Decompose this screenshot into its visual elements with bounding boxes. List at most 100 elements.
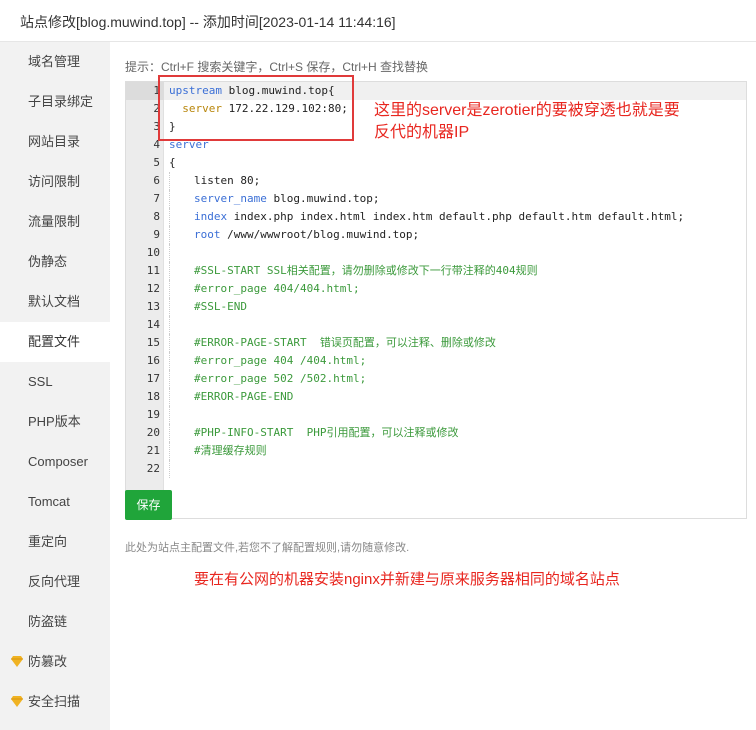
- sidebar-item-label: 重定向: [28, 534, 68, 549]
- sidebar-item[interactable]: 配置文件: [0, 322, 110, 362]
- indent-guide: [169, 334, 194, 352]
- diamond-icon: [11, 656, 23, 667]
- sidebar-item[interactable]: Composer: [0, 442, 110, 482]
- code-token: #SSL-END: [194, 300, 247, 313]
- sidebar-item[interactable]: 网站目录: [0, 122, 110, 162]
- sidebar-item[interactable]: 防盗链: [0, 602, 110, 642]
- code-token: server_name: [194, 192, 267, 205]
- code-token: index.php index.html index.htm default.p…: [227, 210, 685, 223]
- editor-hint: 提示：Ctrl+F 搜索关键字，Ctrl+S 保存，Ctrl+H 查找替换: [125, 60, 429, 74]
- sidebar-item[interactable]: 流量限制: [0, 202, 110, 242]
- code-text: [169, 244, 194, 262]
- sidebar-item[interactable]: 默认文档: [0, 282, 110, 322]
- sidebar-item[interactable]: SSL: [0, 362, 110, 402]
- line-number: 14: [146, 318, 160, 331]
- sidebar-item-label: 访问限制: [28, 174, 81, 189]
- code-line: 5{: [126, 154, 746, 172]
- code-token: #ERROR-PAGE-START 错误页配置，可以注释、删除或修改: [194, 336, 496, 349]
- code-line: 10: [126, 244, 746, 262]
- sidebar-item[interactable]: 安全扫描: [0, 682, 110, 722]
- code-line: 7 server_name blog.muwind.top;: [126, 190, 746, 208]
- line-number: 16: [146, 354, 160, 367]
- sidebar-item[interactable]: 域名管理: [0, 42, 110, 82]
- sidebar-item[interactable]: 伪静态: [0, 242, 110, 282]
- code-token: #error_page 404 /404.html;: [194, 354, 367, 367]
- code-line: 20 #PHP-INFO-START PHP引用配置，可以注释或修改: [126, 424, 746, 442]
- line-number: 6: [153, 174, 160, 187]
- sidebar-item-label: PHP版本: [28, 414, 81, 429]
- line-number: 9: [153, 228, 160, 241]
- config-file-panel: 提示：Ctrl+F 搜索关键字，Ctrl+S 保存，Ctrl+H 查找替换 1u…: [110, 42, 756, 730]
- indent-guide: [169, 424, 194, 442]
- code-token: #ERROR-PAGE-END: [194, 390, 294, 403]
- sidebar-item[interactable]: 子目录绑定: [0, 82, 110, 122]
- indent-guide: [169, 190, 194, 208]
- sidebar-item-label: 流量限制: [28, 214, 81, 229]
- sidebar-item-label: Composer: [28, 454, 88, 469]
- code-line: 8 index index.php index.html index.htm de…: [126, 208, 746, 226]
- code-line: 22: [126, 460, 746, 478]
- code-text: #ERROR-PAGE-END: [169, 388, 293, 406]
- sidebar-item[interactable]: 重定向: [0, 522, 110, 562]
- annotation-line-2: 反代的机器IP: [374, 124, 470, 141]
- code-line: 15 #ERROR-PAGE-START 错误页配置，可以注释、删除或修改: [126, 334, 746, 352]
- indent-guide: [169, 316, 194, 334]
- sidebar-item-label: 网站目录: [28, 134, 81, 149]
- annotation-line-1: 这里的server是zerotier的要被穿透也就是要: [374, 102, 680, 119]
- line-number: 11: [146, 264, 160, 277]
- code-token: listen 80;: [194, 174, 261, 187]
- code-line: 21 #清理缓存规则: [126, 442, 746, 460]
- sidebar-item-label: 防盗链: [28, 614, 68, 629]
- code-text: #ERROR-PAGE-START 错误页配置，可以注释、删除或修改: [169, 334, 496, 352]
- line-number: 7: [153, 192, 160, 205]
- code-token: #清理缓存规则: [194, 444, 267, 457]
- code-text: listen 80;: [169, 172, 260, 190]
- code-token: #SSL-START SSL相关配置，请勿删除或修改下一行带注释的404规则: [194, 264, 538, 277]
- code-text: root /www/wwwroot/blog.muwind.top;: [169, 226, 419, 244]
- sidebar-item-label: 反向代理: [28, 574, 81, 589]
- sidebar-item-label: 防篡改: [28, 654, 68, 669]
- indent-guide: [169, 262, 194, 280]
- line-number: 10: [146, 246, 160, 259]
- indent-guide: [169, 388, 194, 406]
- code-text: index index.php index.html index.htm def…: [169, 208, 684, 226]
- code-line: 12 #error_page 404/404.html;: [126, 280, 746, 298]
- sidebar-item-label: 伪静态: [28, 254, 68, 269]
- code-line: 16 #error_page 404 /404.html;: [126, 352, 746, 370]
- code-line: 18 #ERROR-PAGE-END: [126, 388, 746, 406]
- indent-guide: [169, 460, 194, 478]
- line-number: 1: [153, 84, 160, 97]
- sidebar-item[interactable]: PHP版本: [0, 402, 110, 442]
- line-number: 17: [146, 372, 160, 385]
- dialog-titlebar: 站点修改[blog.muwind.top] -- 添加时间[2023-01-14…: [0, 0, 756, 42]
- indent-guide: [169, 298, 194, 316]
- indent-guide: [169, 280, 194, 298]
- dialog-title: 站点修改[blog.muwind.top] -- 添加时间[2023-01-14…: [20, 14, 396, 30]
- code-line: 6 listen 80;: [126, 172, 746, 190]
- code-token: root: [194, 228, 221, 241]
- save-button[interactable]: 保存: [125, 490, 172, 520]
- sidebar-item[interactable]: 防篡改: [0, 642, 110, 682]
- line-number: 21: [146, 444, 160, 457]
- sidebar-item[interactable]: 反向代理: [0, 562, 110, 602]
- code-text: server_name blog.muwind.top;: [169, 190, 379, 208]
- sidebar-item[interactable]: 访问限制: [0, 162, 110, 202]
- sidebar-item[interactable]: Tomcat: [0, 482, 110, 522]
- code-text: #error_page 502 /502.html;: [169, 370, 366, 388]
- code-line: 9 root /www/wwwroot/blog.muwind.top;: [126, 226, 746, 244]
- code-token: #error_page 404/404.html;: [194, 282, 360, 295]
- line-number: 12: [146, 282, 160, 295]
- sidebar-item-label: 默认文档: [28, 294, 81, 309]
- code-line: 14: [126, 316, 746, 334]
- indent-guide: [169, 370, 194, 388]
- line-number: 5: [153, 156, 160, 169]
- line-number: 20: [146, 426, 160, 439]
- indent-guide: [169, 244, 194, 262]
- line-number: 22: [146, 462, 160, 475]
- code-editor[interactable]: 1 upstream blog.muwind.top{2 server 172.2…: [125, 81, 747, 519]
- indent-guide: [169, 442, 194, 460]
- code-line: 13 #SSL-END: [126, 298, 746, 316]
- code-text: #SSL-START SSL相关配置，请勿删除或修改下一行带注释的404规则: [169, 262, 538, 280]
- line-number: 8: [153, 210, 160, 223]
- annotation-upstream-note: 这里的server是zerotier的要被穿透也就是要 反代的机器IP: [374, 100, 680, 144]
